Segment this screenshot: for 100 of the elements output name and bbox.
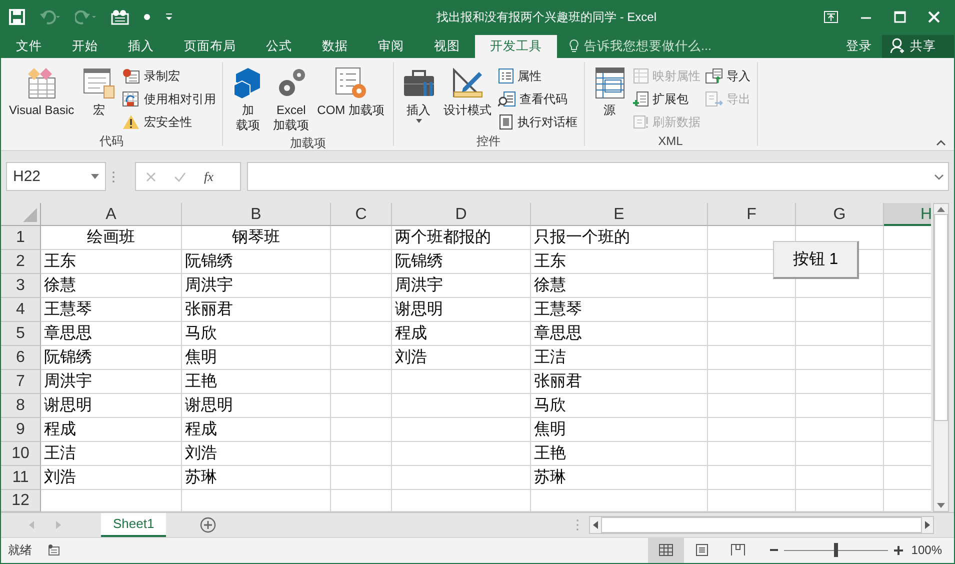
table-cell	[331, 466, 392, 490]
save-icon[interactable]	[9, 9, 25, 26]
ribbon-tab[interactable]: 开始	[57, 34, 113, 58]
ribbon-command[interactable]: 执行对话框	[498, 112, 578, 133]
column-header[interactable]: D	[392, 202, 531, 226]
zoom-level[interactable]: 100%	[911, 543, 942, 558]
table-cell: 王慧琴	[531, 298, 708, 322]
table-cell: 王艳	[182, 370, 331, 394]
table-cell	[331, 490, 392, 512]
maximize-icon[interactable]	[894, 11, 906, 24]
ribbon-command[interactable]: 使用相对引用	[122, 88, 216, 110]
ribbon-command[interactable]: 扩展包	[632, 88, 700, 110]
row-header[interactable]: 6	[1, 346, 41, 370]
ribbon-tab[interactable]: 页面布局	[169, 34, 251, 58]
zoom-in-icon[interactable]	[894, 546, 904, 555]
ribbon-command[interactable]: 设计模式	[442, 64, 494, 133]
table-cell	[331, 394, 392, 418]
table-cell: 只报一个班的	[531, 226, 708, 250]
row-header[interactable]: 8	[1, 394, 41, 418]
form-icon[interactable]	[111, 9, 129, 26]
column-header[interactable]: G	[796, 202, 884, 226]
column-header[interactable]: F	[708, 202, 796, 226]
ribbon-display-icon[interactable]	[824, 11, 838, 24]
macro-record-icon[interactable]	[48, 544, 60, 556]
table-cell: 王东	[41, 250, 182, 274]
row-header[interactable]: 12	[1, 490, 41, 512]
row-header[interactable]: 1	[1, 226, 41, 250]
status-text: 就绪	[8, 542, 32, 559]
tell-me-field[interactable]: 告诉我您想要做什么...	[584, 38, 712, 55]
table-cell: 程成	[392, 322, 531, 346]
ribbon-command[interactable]: 源	[590, 64, 628, 133]
customize-caret-icon[interactable]	[165, 13, 173, 22]
export-icon	[704, 91, 722, 108]
row-header[interactable]: 4	[1, 298, 41, 322]
ribbon-command[interactable]: 查看代码	[498, 88, 578, 110]
lightbulb-icon[interactable]	[569, 39, 579, 54]
table-cell: 程成	[182, 418, 331, 442]
ribbon-command[interactable]: 导入	[704, 66, 750, 87]
name-box-field[interactable]: H22	[13, 168, 41, 186]
form-button[interactable]: 按钮 1	[773, 240, 859, 279]
dropdown-caret-icon[interactable]	[91, 174, 99, 180]
ribbon-command[interactable]: Excel 加载项	[271, 64, 312, 135]
view-button[interactable]	[648, 538, 684, 563]
ribbon-command[interactable]: 属性	[498, 66, 578, 87]
table-icon	[632, 68, 648, 84]
dot-icon[interactable]	[143, 13, 151, 22]
table-cell: 两个班都报的	[392, 226, 531, 250]
table-cell: 周洪宇	[182, 274, 331, 298]
ribbon-command[interactable]: Visual Basic	[7, 64, 76, 133]
sheet-tab[interactable]: Sheet1	[101, 512, 166, 537]
page-layout-icon	[695, 544, 710, 556]
vertical-scrollbar[interactable]	[933, 202, 949, 512]
ribbon-command[interactable]: COM 加载项	[315, 64, 386, 135]
table-cell	[331, 274, 392, 298]
table-cell	[331, 298, 392, 322]
ribbon-command[interactable]: 加 载项	[229, 64, 268, 135]
group-label: 加载项	[288, 134, 327, 151]
ribbon-command[interactable]: 插入	[400, 64, 438, 133]
insert-function-button[interactable]: fx	[204, 168, 214, 185]
dialog-icon	[498, 114, 514, 130]
ribbon-tab[interactable]: 公式	[251, 34, 307, 58]
ribbon-command[interactable]: 录制宏	[122, 66, 216, 87]
table-cell: 阮锦绣	[392, 250, 531, 274]
ribbon-tab[interactable]: 视图	[419, 34, 475, 58]
row-header[interactable]: 7	[1, 370, 41, 394]
formula-field[interactable]	[247, 162, 949, 192]
check-icon[interactable]	[174, 172, 186, 182]
horizontal-scrollbar[interactable]	[589, 516, 934, 534]
collapse-ribbon-icon[interactable]	[936, 140, 946, 146]
close-icon[interactable]	[928, 11, 940, 24]
row-header[interactable]: 10	[1, 442, 41, 466]
ribbon-command[interactable]: 宏安全性	[122, 112, 216, 133]
column-header[interactable]: B	[182, 202, 331, 226]
row-header[interactable]: 9	[1, 418, 41, 442]
column-header[interactable]: H	[884, 202, 931, 226]
add-sheet-icon[interactable]	[200, 516, 216, 533]
column-header[interactable]: A	[41, 202, 182, 226]
slider-thumb[interactable]	[834, 543, 838, 558]
table-cell: 张丽君	[531, 370, 708, 394]
column-header[interactable]: C	[331, 202, 392, 226]
expand-caret-icon[interactable]	[934, 174, 944, 180]
table-cell: 徐慧	[531, 274, 708, 298]
column-header[interactable]: E	[531, 202, 708, 226]
sign-in-link[interactable]: 登录	[836, 34, 882, 58]
row-header[interactable]: 5	[1, 322, 41, 346]
ribbon-tab[interactable]: 开发工具	[475, 34, 557, 58]
row-header[interactable]: 2	[1, 250, 41, 274]
ribbon-tab[interactable]: 数据	[307, 34, 363, 58]
ribbon-tab[interactable]: 插入	[113, 34, 169, 58]
macro-sheet-icon	[82, 66, 116, 100]
row-header[interactable]: 3	[1, 274, 41, 298]
table-icon	[592, 66, 626, 100]
table-cell	[331, 442, 392, 466]
ribbon-command[interactable]: 宏	[80, 64, 118, 133]
normal-view-icon	[659, 544, 674, 556]
row-header[interactable]: 11	[1, 466, 41, 490]
ribbon-tab[interactable]: 文件	[1, 34, 57, 58]
ribbon-tab[interactable]: 审阅	[363, 34, 419, 58]
group-label: 控件	[476, 132, 502, 149]
share-button[interactable]: 共享	[882, 34, 954, 58]
